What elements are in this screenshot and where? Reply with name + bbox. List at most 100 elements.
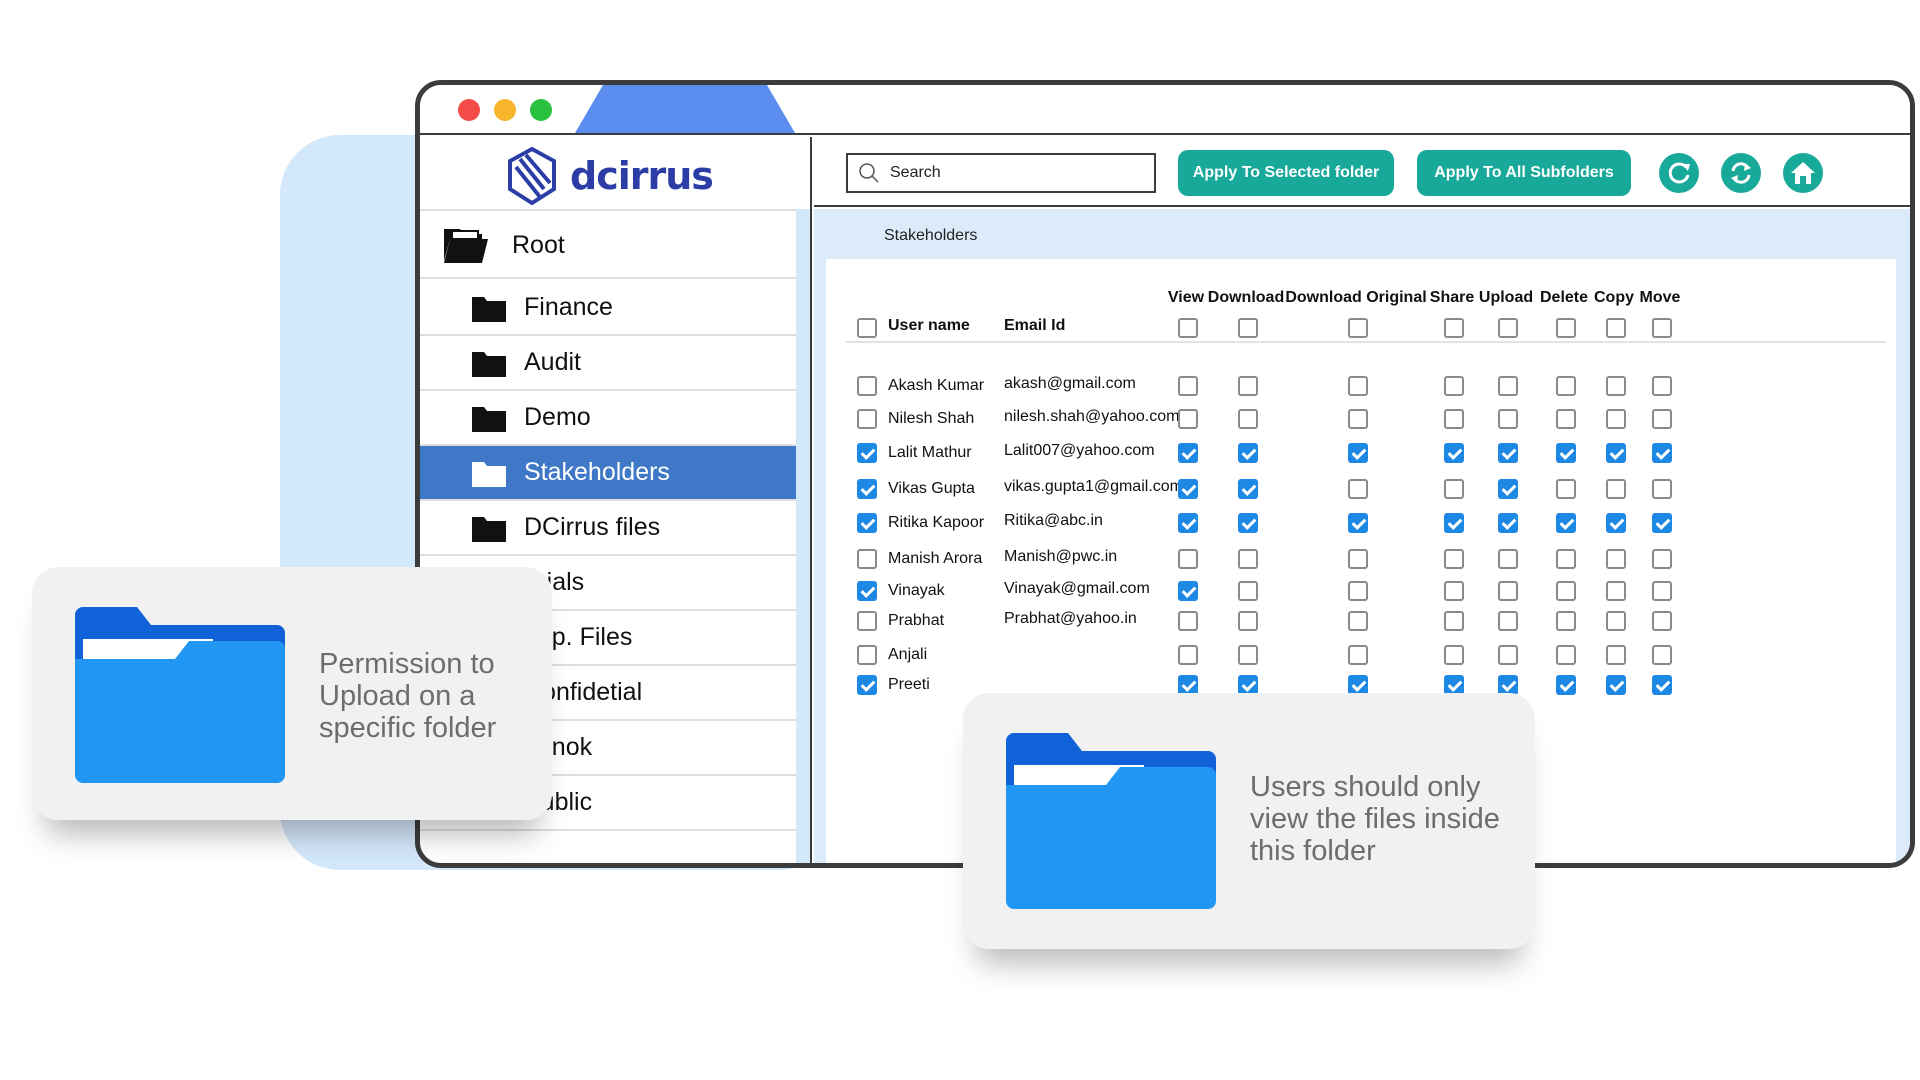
- row-select-checkbox[interactable]: [857, 675, 877, 695]
- permission-checkbox[interactable]: [1348, 513, 1368, 533]
- permission-checkbox[interactable]: [1348, 611, 1368, 631]
- browser-tab[interactable]: [575, 85, 795, 133]
- permission-checkbox[interactable]: [1498, 409, 1518, 429]
- column-select-all-checkbox[interactable]: [1178, 318, 1198, 338]
- sidebar-item-folder[interactable]: Stakeholders: [420, 446, 796, 501]
- column-select-all-checkbox[interactable]: [1652, 318, 1672, 338]
- permission-checkbox[interactable]: [1238, 645, 1258, 665]
- permission-checkbox[interactable]: [1556, 549, 1576, 569]
- permission-checkbox[interactable]: [1498, 513, 1518, 533]
- permission-checkbox[interactable]: [1238, 376, 1258, 396]
- permission-checkbox[interactable]: [1178, 409, 1198, 429]
- permission-checkbox[interactable]: [1178, 443, 1198, 463]
- permission-checkbox[interactable]: [1606, 376, 1626, 396]
- permission-checkbox[interactable]: [1238, 549, 1258, 569]
- apply-selected-folder-button[interactable]: Apply To Selected folder: [1178, 150, 1394, 196]
- permission-checkbox[interactable]: [1348, 376, 1368, 396]
- permission-checkbox[interactable]: [1444, 645, 1464, 665]
- refresh-button[interactable]: [1721, 153, 1761, 193]
- permission-checkbox[interactable]: [1606, 409, 1626, 429]
- permission-checkbox[interactable]: [1348, 549, 1368, 569]
- column-select-all-checkbox[interactable]: [1238, 318, 1258, 338]
- row-select-checkbox[interactable]: [857, 443, 877, 463]
- permission-checkbox[interactable]: [1498, 479, 1518, 499]
- permission-checkbox[interactable]: [1178, 645, 1198, 665]
- permission-checkbox[interactable]: [1606, 513, 1626, 533]
- permission-checkbox[interactable]: [1238, 611, 1258, 631]
- permission-checkbox[interactable]: [1348, 409, 1368, 429]
- permission-checkbox[interactable]: [1556, 513, 1576, 533]
- permission-checkbox[interactable]: [1444, 443, 1464, 463]
- sidebar-item-folder[interactable]: Demo: [420, 391, 796, 446]
- row-select-checkbox[interactable]: [857, 513, 877, 533]
- column-select-all-checkbox[interactable]: [1498, 318, 1518, 338]
- column-select-all-checkbox[interactable]: [1348, 318, 1368, 338]
- permission-checkbox[interactable]: [1444, 675, 1464, 695]
- permission-checkbox[interactable]: [1498, 376, 1518, 396]
- apply-all-subfolders-button[interactable]: Apply To All Subfolders: [1417, 150, 1631, 196]
- permission-checkbox[interactable]: [1498, 443, 1518, 463]
- permission-checkbox[interactable]: [1348, 479, 1368, 499]
- permission-checkbox[interactable]: [1178, 479, 1198, 499]
- permission-checkbox[interactable]: [1444, 479, 1464, 499]
- permission-checkbox[interactable]: [1444, 376, 1464, 396]
- row-select-checkbox[interactable]: [857, 645, 877, 665]
- permission-checkbox[interactable]: [1348, 443, 1368, 463]
- minimize-window-button[interactable]: [494, 99, 516, 121]
- permission-checkbox[interactable]: [1498, 675, 1518, 695]
- permission-checkbox[interactable]: [1556, 443, 1576, 463]
- permission-checkbox[interactable]: [1652, 513, 1672, 533]
- permission-checkbox[interactable]: [1652, 675, 1672, 695]
- sidebar-scroll-track[interactable]: [796, 209, 810, 863]
- permission-checkbox[interactable]: [1238, 479, 1258, 499]
- permission-checkbox[interactable]: [1556, 376, 1576, 396]
- permission-checkbox[interactable]: [1606, 611, 1626, 631]
- permission-checkbox[interactable]: [1498, 611, 1518, 631]
- redo-button[interactable]: [1659, 153, 1699, 193]
- permission-checkbox[interactable]: [1178, 376, 1198, 396]
- permission-checkbox[interactable]: [1238, 513, 1258, 533]
- permission-checkbox[interactable]: [1348, 581, 1368, 601]
- column-select-all-checkbox[interactable]: [1606, 318, 1626, 338]
- permission-checkbox[interactable]: [1238, 409, 1258, 429]
- permission-checkbox[interactable]: [1556, 611, 1576, 631]
- row-select-checkbox[interactable]: [857, 581, 877, 601]
- permission-checkbox[interactable]: [1238, 675, 1258, 695]
- close-window-button[interactable]: [458, 99, 480, 121]
- permission-checkbox[interactable]: [1606, 581, 1626, 601]
- permission-checkbox[interactable]: [1652, 376, 1672, 396]
- permission-checkbox[interactable]: [1652, 549, 1672, 569]
- row-select-checkbox[interactable]: [857, 611, 877, 631]
- permission-checkbox[interactable]: [1652, 611, 1672, 631]
- column-select-all-checkbox[interactable]: [1556, 318, 1576, 338]
- row-select-checkbox[interactable]: [857, 549, 877, 569]
- maximize-window-button[interactable]: [530, 99, 552, 121]
- row-select-checkbox[interactable]: [857, 376, 877, 396]
- permission-checkbox[interactable]: [1556, 409, 1576, 429]
- row-select-checkbox[interactable]: [857, 479, 877, 499]
- permission-checkbox[interactable]: [1444, 611, 1464, 631]
- permission-checkbox[interactable]: [1178, 611, 1198, 631]
- permission-checkbox[interactable]: [1606, 479, 1626, 499]
- permission-checkbox[interactable]: [1606, 675, 1626, 695]
- permission-checkbox[interactable]: [1444, 513, 1464, 533]
- permission-checkbox[interactable]: [1238, 581, 1258, 601]
- permission-checkbox[interactable]: [1606, 645, 1626, 665]
- permission-checkbox[interactable]: [1498, 581, 1518, 601]
- permission-checkbox[interactable]: [1606, 443, 1626, 463]
- permission-checkbox[interactable]: [1652, 409, 1672, 429]
- permission-checkbox[interactable]: [1556, 479, 1576, 499]
- permission-checkbox[interactable]: [1556, 675, 1576, 695]
- permission-checkbox[interactable]: [1348, 675, 1368, 695]
- sidebar-item-folder[interactable]: Finance: [420, 281, 796, 336]
- permission-checkbox[interactable]: [1498, 549, 1518, 569]
- permission-checkbox[interactable]: [1498, 645, 1518, 665]
- permission-checkbox[interactable]: [1444, 581, 1464, 601]
- permission-checkbox[interactable]: [1348, 645, 1368, 665]
- permission-checkbox[interactable]: [1178, 513, 1198, 533]
- permission-checkbox[interactable]: [1444, 409, 1464, 429]
- permission-checkbox[interactable]: [1444, 549, 1464, 569]
- permission-checkbox[interactable]: [1606, 549, 1626, 569]
- sidebar-item-folder[interactable]: DCirrus files: [420, 501, 796, 556]
- permission-checkbox[interactable]: [1556, 645, 1576, 665]
